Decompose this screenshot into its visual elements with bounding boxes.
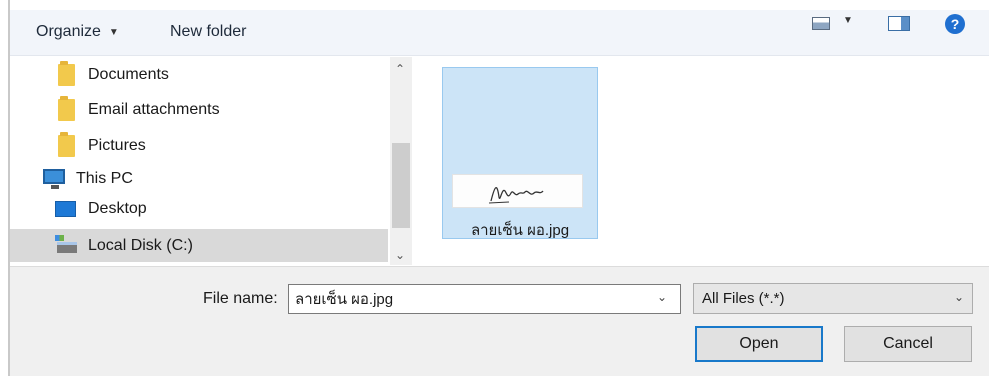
- open-button[interactable]: Open: [695, 326, 823, 362]
- nav-item-desktop[interactable]: Desktop: [0, 194, 380, 224]
- signature-image: [488, 187, 544, 204]
- scrollbar-thumb[interactable]: [392, 143, 410, 228]
- help-icon[interactable]: ?: [945, 14, 965, 34]
- desktop-icon: [55, 201, 76, 217]
- organize-label: Organize: [36, 23, 101, 40]
- nav-item-label: Local Disk (C:): [88, 236, 193, 254]
- nav-item-label: Desktop: [88, 200, 147, 217]
- drive-icon: [55, 235, 77, 253]
- nav-item-documents[interactable]: Documents: [0, 60, 380, 90]
- nav-item-label: Email attachments: [88, 101, 220, 118]
- new-folder-label: New folder: [170, 23, 247, 40]
- new-folder-button[interactable]: New folder: [170, 23, 246, 41]
- folder-icon: [58, 132, 75, 157]
- folder-icon: [58, 96, 75, 121]
- file-item-label: ลายเซ็น ผอ.jpg: [470, 222, 570, 239]
- signature-thumbnail: [452, 174, 583, 208]
- file-name-label: File name:: [203, 290, 278, 307]
- file-name-history-chevron-icon[interactable]: ⌄: [657, 290, 667, 304]
- folder-icon: [58, 61, 75, 86]
- computer-icon: [43, 169, 65, 189]
- change-view-icon[interactable]: [812, 17, 830, 30]
- file-type-chevron-icon[interactable]: ⌄: [954, 290, 964, 304]
- scroll-down-icon[interactable]: ⌄: [395, 248, 405, 262]
- nav-item-this-pc[interactable]: This PC: [0, 164, 380, 194]
- cancel-button[interactable]: Cancel: [844, 326, 972, 362]
- nav-item-label: This PC: [76, 170, 133, 187]
- organize-button[interactable]: Organize ▼: [36, 23, 119, 41]
- view-options-chevron-icon[interactable]: ▼: [843, 15, 853, 26]
- nav-item-label: Pictures: [88, 137, 146, 154]
- preview-pane-icon[interactable]: [888, 16, 910, 31]
- scroll-up-icon[interactable]: ⌃: [395, 62, 405, 76]
- nav-item-email-attachments[interactable]: Email attachments: [0, 95, 380, 125]
- file-type-select[interactable]: All Files (*.*): [693, 283, 973, 314]
- nav-item-local-disk[interactable]: Local Disk (C:): [10, 229, 388, 262]
- chevron-down-icon: ▼: [108, 26, 119, 38]
- file-item[interactable]: [442, 67, 598, 239]
- file-name-input[interactable]: [288, 284, 681, 314]
- nav-item-pictures[interactable]: Pictures: [0, 131, 380, 161]
- nav-item-label: Documents: [88, 66, 169, 83]
- file-type-value: All Files (*.*): [702, 290, 785, 307]
